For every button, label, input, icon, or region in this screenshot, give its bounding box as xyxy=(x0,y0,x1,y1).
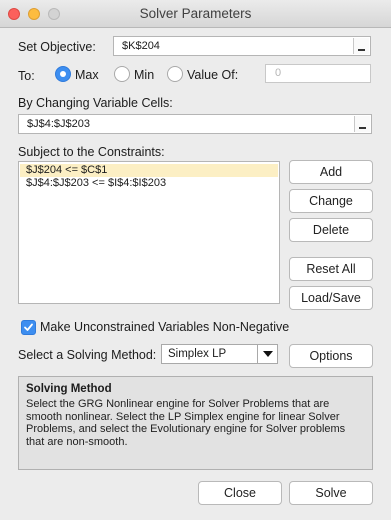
chevron-down-icon xyxy=(257,345,277,363)
solving-method-label: Select a Solving Method: xyxy=(18,348,157,362)
value-of-radio-label[interactable]: Value Of: xyxy=(187,68,238,82)
variable-cells-field[interactable]: $J$4:$J$203 xyxy=(18,114,372,134)
objective-value: $K$204 xyxy=(122,40,160,52)
collapse-dialog-icon[interactable] xyxy=(353,38,369,54)
change-button[interactable]: Change xyxy=(289,189,373,213)
value-of-input-text: 0 xyxy=(275,67,282,79)
constraint-row[interactable]: $J$4:$J$203 <= $I$4:$I$203 xyxy=(20,177,278,190)
solving-method-info: Solving Method Select the GRG Nonlinear … xyxy=(18,376,373,470)
checkmark-icon xyxy=(24,323,33,331)
collapse-dialog-icon[interactable] xyxy=(354,116,370,132)
reset-all-button[interactable]: Reset All xyxy=(289,257,373,281)
solving-method-description: Select the GRG Nonlinear engine for Solv… xyxy=(26,398,346,448)
nonnegative-checkbox[interactable] xyxy=(21,320,36,335)
add-button[interactable]: Add xyxy=(289,160,373,184)
constraint-row[interactable]: $J$204 <= $C$1 xyxy=(20,164,278,177)
close-button[interactable]: Close xyxy=(198,481,282,505)
window-title: Solver Parameters xyxy=(139,6,252,21)
constraints-list[interactable]: $J$204 <= $C$1 $J$4:$J$203 <= $I$4:$I$20… xyxy=(18,161,280,304)
value-of-input[interactable]: 0 xyxy=(265,64,371,83)
options-button[interactable]: Options xyxy=(289,344,373,368)
min-radio[interactable] xyxy=(114,66,130,82)
delete-button[interactable]: Delete xyxy=(289,218,373,242)
solving-method-heading: Solving Method xyxy=(26,383,112,395)
constraints-label: Subject to the Constraints: xyxy=(18,145,165,159)
solving-method-value: Simplex LP xyxy=(168,348,227,360)
solve-button[interactable]: Solve xyxy=(289,481,373,505)
title-bar: Solver Parameters xyxy=(0,0,391,28)
solving-method-select[interactable]: Simplex LP xyxy=(161,344,278,364)
objective-label: Set Objective: xyxy=(18,40,96,54)
objective-field[interactable]: $K$204 xyxy=(113,36,371,56)
min-radio-label[interactable]: Min xyxy=(134,68,154,82)
max-radio-label[interactable]: Max xyxy=(75,68,99,82)
nonnegative-label[interactable]: Make Unconstrained Variables Non-Negativ… xyxy=(40,320,289,334)
to-label: To: xyxy=(18,69,35,83)
value-of-radio[interactable] xyxy=(167,66,183,82)
max-radio[interactable] xyxy=(55,66,71,82)
solver-parameters-window: Solver Parameters Set Objective: $K$204 … xyxy=(0,0,391,520)
variable-cells-label: By Changing Variable Cells: xyxy=(18,96,173,110)
variable-cells-value: $J$4:$J$203 xyxy=(27,118,90,130)
load-save-button[interactable]: Load/Save xyxy=(289,286,373,310)
